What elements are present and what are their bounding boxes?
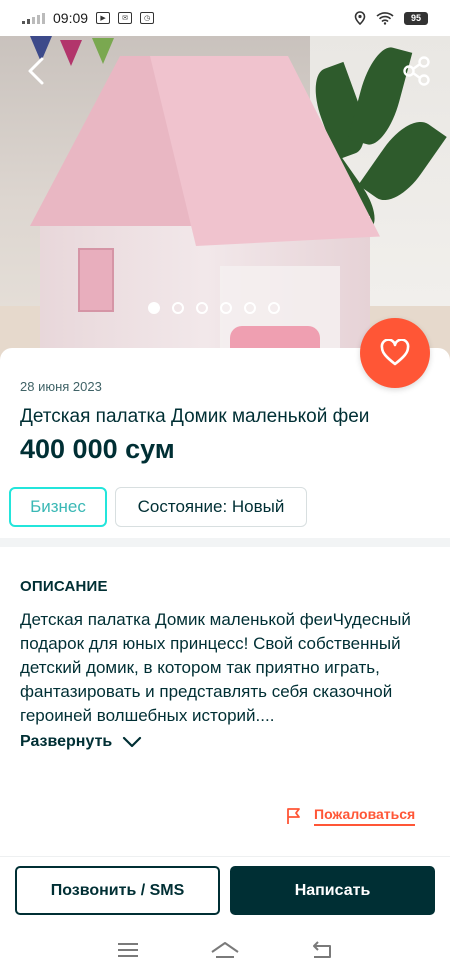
chevron-left-icon xyxy=(28,57,44,85)
listing-title: Детская палатка Домик маленькой феи xyxy=(20,406,370,427)
business-tag[interactable]: Бизнес xyxy=(9,487,107,527)
gallery-dot[interactable] xyxy=(148,302,160,314)
back-nav-button[interactable] xyxy=(307,938,337,962)
home-icon xyxy=(211,942,239,958)
wifi-icon xyxy=(376,12,394,25)
back-nav-icon xyxy=(312,941,331,958)
share-icon xyxy=(403,56,430,86)
favorite-button[interactable] xyxy=(360,318,430,388)
youtube-icon: ▶ xyxy=(96,12,111,24)
section-divider xyxy=(0,538,450,547)
signal-icon xyxy=(22,12,45,24)
menu-nav-button[interactable] xyxy=(113,938,143,962)
mail-icon: ✉ xyxy=(118,12,133,24)
home-nav-button[interactable] xyxy=(210,938,240,962)
listing-price: 400 000 сум xyxy=(20,434,175,464)
share-button[interactable] xyxy=(402,54,432,88)
status-time: 09:09 xyxy=(53,10,89,26)
alarm-icon: ◷ xyxy=(140,12,155,24)
heart-icon xyxy=(380,339,410,366)
description-text: Детская палатка Домик маленькой феиЧудес… xyxy=(20,610,411,725)
chevron-down-icon xyxy=(123,736,142,748)
call-sms-button[interactable]: Позвонить / SMS xyxy=(15,866,220,915)
expand-description-button[interactable]: Развернуть xyxy=(20,733,142,751)
battery-icon: 95 xyxy=(404,11,428,25)
system-nav-bar xyxy=(0,925,450,975)
gallery-dot[interactable] xyxy=(172,302,184,314)
write-message-button[interactable]: Написать xyxy=(230,866,435,915)
listing-photo[interactable] xyxy=(0,36,450,366)
menu-icon xyxy=(118,943,139,957)
condition-tag: Состояние: Новый xyxy=(115,487,307,527)
gallery-dot[interactable] xyxy=(244,302,256,314)
gallery-dot[interactable] xyxy=(220,302,232,314)
expand-label: Развернуть xyxy=(20,733,113,750)
gallery-pagination xyxy=(148,302,280,314)
report-link[interactable]: Пожаловаться xyxy=(286,806,416,826)
listing-date: 28 июня 2023 xyxy=(20,379,102,394)
location-icon xyxy=(354,11,366,25)
description-heading: ОПИСАНИЕ xyxy=(20,578,108,595)
gallery-dot[interactable] xyxy=(268,302,280,314)
flag-icon xyxy=(287,808,300,824)
back-button[interactable] xyxy=(22,54,52,88)
gallery-dot[interactable] xyxy=(196,302,208,314)
status-bar: 09:09 ▶ ✉ ◷ 95 xyxy=(0,0,450,36)
report-label: Пожаловаться xyxy=(314,806,416,826)
